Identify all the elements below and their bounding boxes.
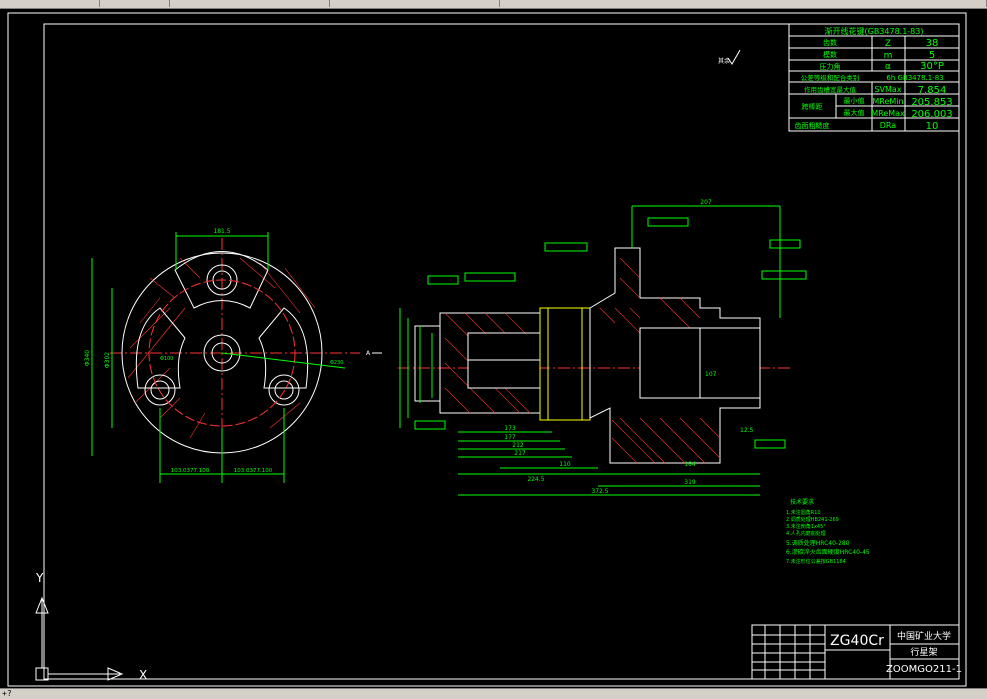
svg-text:207: 207	[700, 199, 712, 206]
row-mremin-sym: MReMin	[872, 97, 903, 106]
row-angle-label: 压力角	[820, 62, 841, 71]
end-view: 181.5 Φ340 Φ302 103.0377.100 103.0377.10…	[84, 228, 360, 483]
cad-drawing: 渐开线花键(GB3478.1-83) 齿数 Z 38 模数 m 5 压力角 α …	[7, 12, 967, 687]
row-ra-label: 齿面粗糙度	[795, 121, 830, 130]
row-mremax-val: 206.003	[911, 109, 952, 120]
toolbar-tab-5[interactable]	[500, 0, 987, 7]
tech-requirements: 技术要求 1.未注圆角R10 2.调质处理HB241-269 3.未注倒角1x4…	[786, 498, 870, 565]
row-mremax-sym: MReMax	[871, 109, 905, 118]
svg-text:技术要求: 技术要求	[790, 498, 814, 506]
row-teeth-label: 齿数	[823, 38, 837, 47]
row-module-sym: m	[884, 51, 893, 61]
row-mremin-label: 最小值	[844, 96, 865, 105]
svg-text:110: 110	[559, 461, 571, 468]
svg-text:103.0377.100: 103.0377.100	[171, 468, 210, 474]
parameter-table: 渐开线花键(GB3478.1-83) 齿数 Z 38 模数 m 5 压力角 α …	[788, 23, 960, 132]
drawing-canvas[interactable]: 渐开线花键(GB3478.1-83) 齿数 Z 38 模数 m 5 压力角 α …	[0, 8, 987, 688]
svg-text:Φ100: Φ100	[160, 356, 173, 362]
svg-text:5.调质处理HRC40-280: 5.调质处理HRC40-280	[786, 539, 850, 547]
row-sv-label: 作用齿槽宽最大值	[804, 85, 857, 94]
toolbar-tab-4[interactable]	[330, 0, 500, 7]
part-name-label: 行星架	[910, 646, 937, 658]
row-sv-val: 7.854	[918, 85, 947, 96]
svg-text:X: X	[139, 668, 147, 682]
svg-text:181.5: 181.5	[213, 228, 230, 235]
material-label: ZG40Cr	[830, 633, 884, 649]
svg-text:224.5: 224.5	[527, 476, 544, 483]
school-label: 中国矿业大学	[897, 630, 951, 642]
svg-text:Φ302: Φ302	[104, 352, 111, 368]
row-sv-sym: SVMax	[874, 85, 901, 94]
svg-text:6.渗碳淬火齿面硬度HRC40-45: 6.渗碳淬火齿面硬度HRC40-45	[786, 548, 870, 556]
drawing-number: ZOOMGO211-1	[886, 664, 962, 675]
svg-text:Φ230: Φ230	[330, 360, 343, 366]
ucs-icon: X Y	[35, 571, 147, 682]
roughness-note: 其余	[718, 49, 741, 65]
command-line[interactable]: +?	[0, 688, 987, 699]
svg-text:2.调质处理HB241-269: 2.调质处理HB241-269	[786, 516, 839, 523]
svg-text:319: 319	[684, 479, 696, 486]
section-view: 207 173 177 212 217 224.5 110 184 319 37…	[398, 199, 807, 496]
svg-text:1.未注圆角R10: 1.未注圆角R10	[786, 509, 821, 516]
svg-text:177: 177	[504, 434, 516, 441]
svg-text:3.未注倒角1x45°: 3.未注倒角1x45°	[786, 523, 826, 530]
svg-text:4.人孔内磨削处理: 4.人孔内磨削处理	[786, 530, 826, 537]
svg-text:107: 107	[705, 371, 717, 378]
row-angle-val: 30°P	[920, 61, 944, 72]
toolbar-tab-2[interactable]	[100, 0, 170, 7]
row-teeth-sym: Z	[885, 39, 891, 49]
table-title: 渐开线花键(GB3478.1-83)	[825, 26, 924, 36]
command-prompt: +?	[2, 689, 12, 698]
svg-text:173: 173	[504, 425, 516, 432]
toolbar-tab-1[interactable]	[0, 0, 100, 7]
row-ra-val: 10	[926, 121, 939, 132]
row-tolerance-label: 公差等级和配合类别	[801, 73, 860, 82]
section-label: A	[366, 350, 371, 357]
row-tolerance-val: 6h GB3478.1-83	[886, 74, 943, 82]
row-teeth-val: 38	[926, 38, 939, 49]
row-mremax-label: 最大值	[844, 108, 865, 117]
svg-text:Φ340: Φ340	[84, 350, 91, 366]
row-angle-sym: α	[885, 62, 891, 72]
svg-text:12.5: 12.5	[740, 427, 754, 434]
row-span-group: 跨棒距	[802, 102, 823, 111]
row-module-val: 5	[929, 50, 935, 61]
row-ra-sym: DRa	[880, 121, 897, 130]
svg-text:103.0377.100: 103.0377.100	[234, 468, 273, 474]
title-block: ZG40Cr 中国矿业大学 行星架 ZOOMGO211-1	[751, 624, 962, 680]
toolbar-tab-3[interactable]	[170, 0, 330, 7]
svg-text:184: 184	[684, 461, 696, 468]
svg-text:372.5: 372.5	[591, 488, 608, 495]
svg-text:7.未注形位公差按GB1184: 7.未注形位公差按GB1184	[786, 558, 846, 565]
svg-text:Y: Y	[35, 571, 44, 585]
svg-text:212: 212	[512, 442, 524, 449]
row-mremin-val: 205.853	[911, 97, 952, 108]
svg-text:217: 217	[514, 450, 526, 457]
row-module-label: 模数	[823, 50, 837, 59]
